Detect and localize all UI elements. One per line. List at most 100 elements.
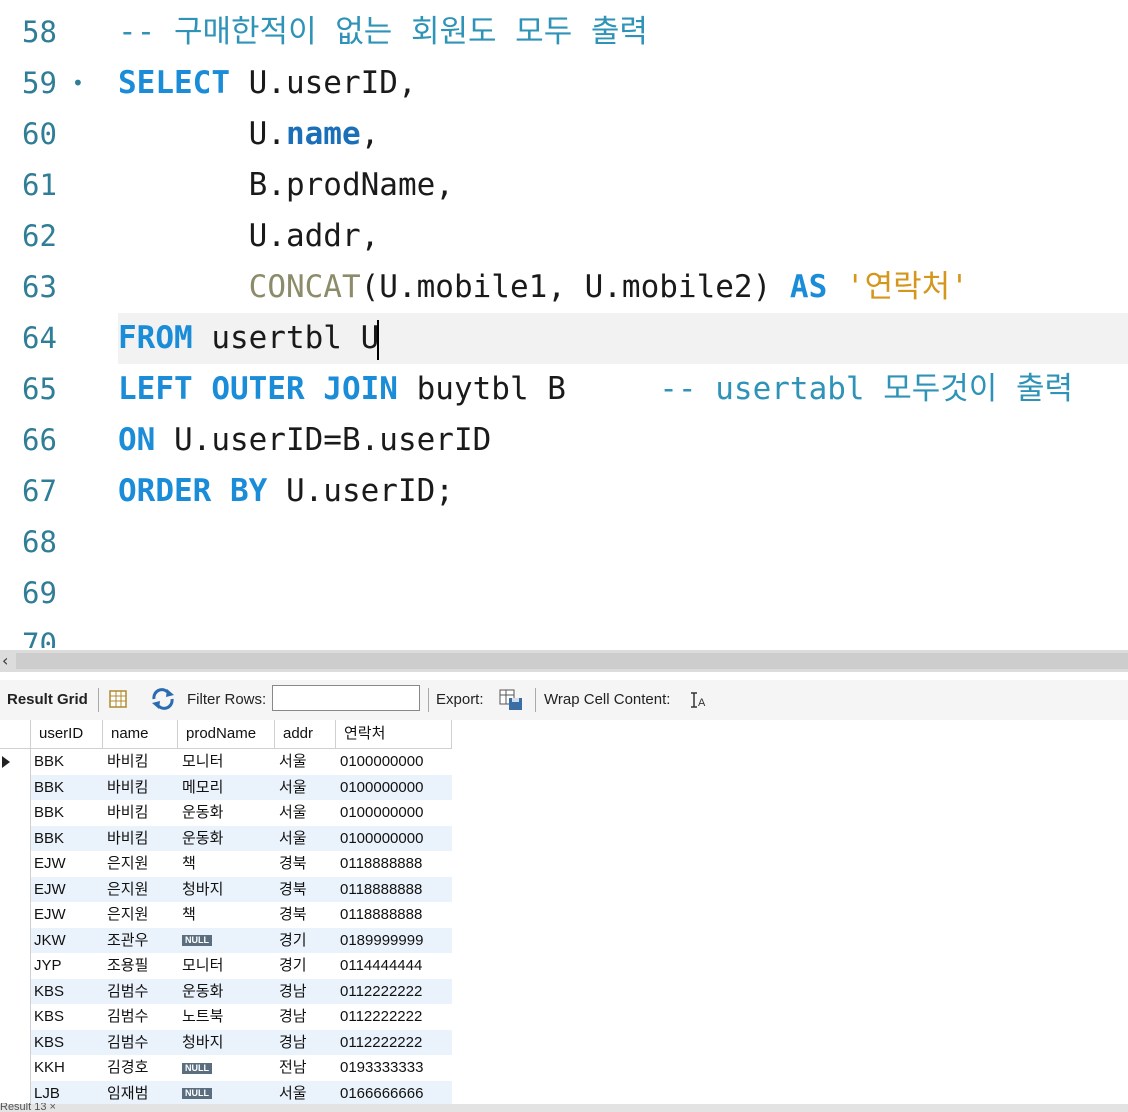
- row-selector[interactable]: [0, 774, 31, 800]
- result-tab[interactable]: Result 13 ×: [0, 1103, 56, 1112]
- row-selector[interactable]: [0, 902, 31, 928]
- table-cell[interactable]: EJW: [30, 851, 102, 877]
- table-cell[interactable]: 경북: [275, 877, 335, 903]
- table-cell[interactable]: 0112222222: [336, 979, 452, 1005]
- horizontal-scrollbar[interactable]: ‹: [0, 650, 1128, 672]
- table-row[interactable]: JKW 조관우 NULL 경기 0189999999: [0, 927, 452, 954]
- table-cell[interactable]: 서울: [275, 775, 335, 801]
- table-cell[interactable]: NULL: [178, 1081, 274, 1107]
- column-header[interactable]: 연락처: [336, 720, 452, 748]
- row-selector[interactable]: [0, 800, 31, 826]
- table-cell[interactable]: 0118888888: [336, 902, 452, 928]
- row-selector[interactable]: [0, 825, 31, 851]
- table-cell[interactable]: 경북: [275, 851, 335, 877]
- table-cell[interactable]: 경기: [275, 953, 335, 979]
- column-header[interactable]: prodName: [178, 720, 275, 748]
- table-cell[interactable]: 은지원: [103, 902, 177, 928]
- row-selector[interactable]: [0, 927, 31, 953]
- table-cell[interactable]: 0112222222: [336, 1030, 452, 1056]
- code-line[interactable]: -- 구매한적이 없는 회원도 모두 출력: [118, 7, 648, 58]
- table-cell[interactable]: 김범수: [103, 1030, 177, 1056]
- row-selector[interactable]: [0, 876, 31, 902]
- table-cell[interactable]: 0193333333: [336, 1055, 452, 1081]
- table-cell[interactable]: KBS: [30, 1004, 102, 1030]
- table-cell[interactable]: 바비킴: [103, 826, 177, 852]
- export-icon[interactable]: [498, 688, 524, 716]
- row-selector[interactable]: [0, 953, 31, 979]
- table-row[interactable]: BBK 바비킴 모니터 서울 0100000000: [0, 749, 452, 775]
- table-cell[interactable]: 서울: [275, 826, 335, 852]
- table-cell[interactable]: 0100000000: [336, 775, 452, 801]
- table-cell[interactable]: 경남: [275, 1004, 335, 1030]
- table-cell[interactable]: BBK: [30, 800, 102, 826]
- table-cell[interactable]: 서울: [275, 749, 335, 775]
- table-cell[interactable]: JYP: [30, 953, 102, 979]
- table-cell[interactable]: 임재범: [103, 1081, 177, 1107]
- table-cell[interactable]: JKW: [30, 928, 102, 954]
- table-cell[interactable]: 김범수: [103, 1004, 177, 1030]
- code-line[interactable]: SELECT U.userID,: [118, 58, 417, 109]
- table-cell[interactable]: 청바지: [178, 877, 274, 903]
- sql-editor[interactable]: 58 -- 구매한적이 없는 회원도 모두 출력 59 • SELECT U.userI…: [0, 0, 1128, 648]
- table-cell[interactable]: 전남: [275, 1055, 335, 1081]
- table-row[interactable]: KKH 김경호 NULL 전남 0193333333: [0, 1055, 452, 1081]
- table-cell[interactable]: 모니터: [178, 953, 274, 979]
- filter-rows-input[interactable]: [272, 685, 420, 711]
- row-selector[interactable]: [0, 851, 31, 877]
- table-cell[interactable]: 0118888888: [336, 877, 452, 903]
- code-line[interactable]: U.name,: [118, 109, 380, 160]
- table-row[interactable]: EJW 은지원 책 경북 0118888888: [0, 851, 452, 877]
- table-cell[interactable]: 0100000000: [336, 749, 452, 775]
- column-header[interactable]: userID: [31, 720, 103, 748]
- table-cell[interactable]: BBK: [30, 749, 102, 775]
- table-cell[interactable]: 운동화: [178, 826, 274, 852]
- table-cell[interactable]: 김범수: [103, 979, 177, 1005]
- code-line[interactable]: LEFT OUTER JOIN buytbl B -- usertabl 모두것…: [118, 364, 1073, 415]
- table-cell[interactable]: 경북: [275, 902, 335, 928]
- table-cell[interactable]: 0114444444: [336, 953, 452, 979]
- row-selector[interactable]: [0, 1029, 31, 1055]
- table-cell[interactable]: 0100000000: [336, 826, 452, 852]
- code-line[interactable]: ORDER BY U.userID;: [118, 466, 454, 517]
- table-row[interactable]: BBK 바비킴 운동화 서울 0100000000: [0, 825, 452, 852]
- wrap-cell-icon[interactable]: A: [688, 690, 708, 714]
- table-cell[interactable]: 바비킴: [103, 749, 177, 775]
- scroll-track[interactable]: [16, 653, 1128, 669]
- grid-view-icon[interactable]: [108, 689, 128, 713]
- table-cell[interactable]: NULL: [178, 1055, 274, 1081]
- table-cell[interactable]: EJW: [30, 877, 102, 903]
- table-cell[interactable]: 경기: [275, 928, 335, 954]
- table-cell[interactable]: 서울: [275, 800, 335, 826]
- table-cell[interactable]: 0166666666: [336, 1081, 452, 1107]
- table-cell[interactable]: 경남: [275, 1030, 335, 1056]
- table-cell[interactable]: 0100000000: [336, 800, 452, 826]
- table-cell[interactable]: 청바지: [178, 1030, 274, 1056]
- table-row[interactable]: JYP 조용필 모니터 경기 0114444444: [0, 953, 452, 979]
- table-cell[interactable]: 책: [178, 851, 274, 877]
- scroll-left-icon[interactable]: ‹: [2, 650, 8, 672]
- table-cell[interactable]: 노트북: [178, 1004, 274, 1030]
- column-header[interactable]: addr: [275, 720, 336, 748]
- table-cell[interactable]: KBS: [30, 979, 102, 1005]
- refresh-icon[interactable]: [150, 688, 176, 714]
- table-row[interactable]: KBS 김범수 운동화 경남 0112222222: [0, 978, 452, 1005]
- row-selector[interactable]: [0, 1055, 31, 1081]
- code-line[interactable]: ON U.userID=B.userID: [118, 415, 491, 466]
- table-cell[interactable]: 바비킴: [103, 800, 177, 826]
- table-cell[interactable]: 0118888888: [336, 851, 452, 877]
- table-cell[interactable]: 메모리: [178, 775, 274, 801]
- table-cell[interactable]: 0189999999: [336, 928, 452, 954]
- table-cell[interactable]: BBK: [30, 826, 102, 852]
- row-selector[interactable]: [0, 1004, 31, 1030]
- table-cell[interactable]: KBS: [30, 1030, 102, 1056]
- table-row[interactable]: BBK 바비킴 메모리 서울 0100000000: [0, 774, 452, 801]
- table-cell[interactable]: 조용필: [103, 953, 177, 979]
- table-cell[interactable]: 경남: [275, 979, 335, 1005]
- row-selector[interactable]: [0, 749, 31, 775]
- table-row[interactable]: EJW 은지원 청바지 경북 0118888888: [0, 876, 452, 903]
- table-cell[interactable]: EJW: [30, 902, 102, 928]
- table-cell[interactable]: 은지원: [103, 877, 177, 903]
- table-cell[interactable]: 은지원: [103, 851, 177, 877]
- row-selector[interactable]: [0, 978, 31, 1004]
- table-cell[interactable]: 운동화: [178, 979, 274, 1005]
